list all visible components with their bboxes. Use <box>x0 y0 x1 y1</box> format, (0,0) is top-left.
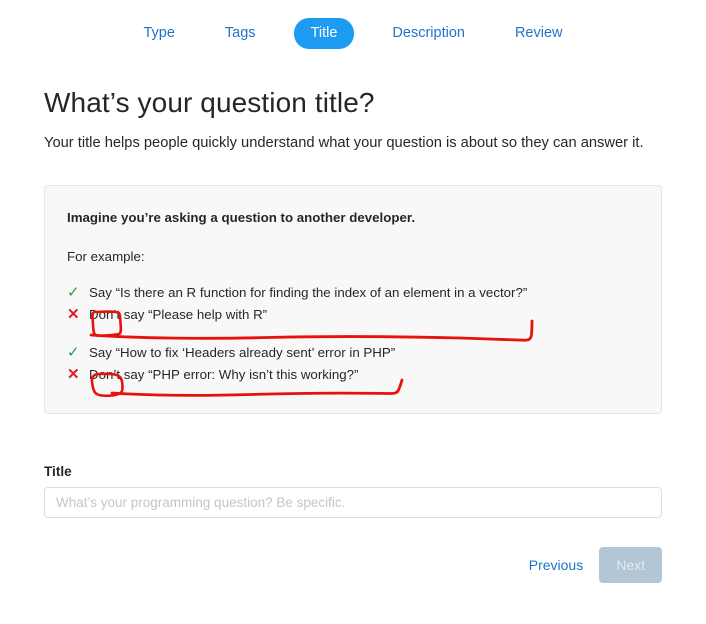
page-subtitle: Your title helps people quickly understa… <box>44 133 662 154</box>
example-good-text: Say “How to fix ‘Headers already sent’ e… <box>89 343 395 363</box>
page-title: What’s your question title? <box>44 87 662 119</box>
example-good-line: ✓ Say “How to fix ‘Headers already sent’… <box>67 343 639 363</box>
next-button[interactable]: Next <box>599 547 662 583</box>
step-description[interactable]: Description <box>380 20 477 47</box>
example-group: ✓ Say “How to fix ‘Headers already sent’… <box>67 343 639 385</box>
step-title[interactable]: Title <box>294 18 355 49</box>
example-good-text: Say “Is there an R function for finding … <box>89 283 527 303</box>
step-nav: Type Tags Title Description Review <box>0 0 706 49</box>
example-bad-text: Don’t say “Please help with R” <box>89 305 267 325</box>
step-type[interactable]: Type <box>131 20 186 47</box>
example-bad-line: ✕ Don’t say “PHP error: Why isn’t this w… <box>67 365 639 385</box>
step-review[interactable]: Review <box>503 20 575 47</box>
title-input[interactable] <box>44 487 662 518</box>
title-field-block: Title <box>44 464 662 518</box>
check-icon: ✓ <box>67 343 89 363</box>
example-bad-line: ✕ Don’t say “Please help with R” <box>67 305 639 325</box>
example-card: Imagine you’re asking a question to anot… <box>44 185 662 414</box>
main-content: What’s your question title? Your title h… <box>0 87 706 583</box>
example-good-line: ✓ Say “Is there an R function for findin… <box>67 283 639 303</box>
footer-actions: Previous Next <box>44 547 662 583</box>
example-group: ✓ Say “Is there an R function for findin… <box>67 283 639 325</box>
check-icon: ✓ <box>67 283 89 303</box>
step-tags[interactable]: Tags <box>213 20 268 47</box>
cross-icon: ✕ <box>67 365 89 385</box>
card-heading: Imagine you’re asking a question to anot… <box>67 210 639 225</box>
title-field-label: Title <box>44 464 662 479</box>
example-bad-text: Don’t say “PHP error: Why isn’t this wor… <box>89 365 358 385</box>
previous-button[interactable]: Previous <box>527 551 585 579</box>
card-for-example-label: For example: <box>67 249 639 264</box>
cross-icon: ✕ <box>67 305 89 325</box>
